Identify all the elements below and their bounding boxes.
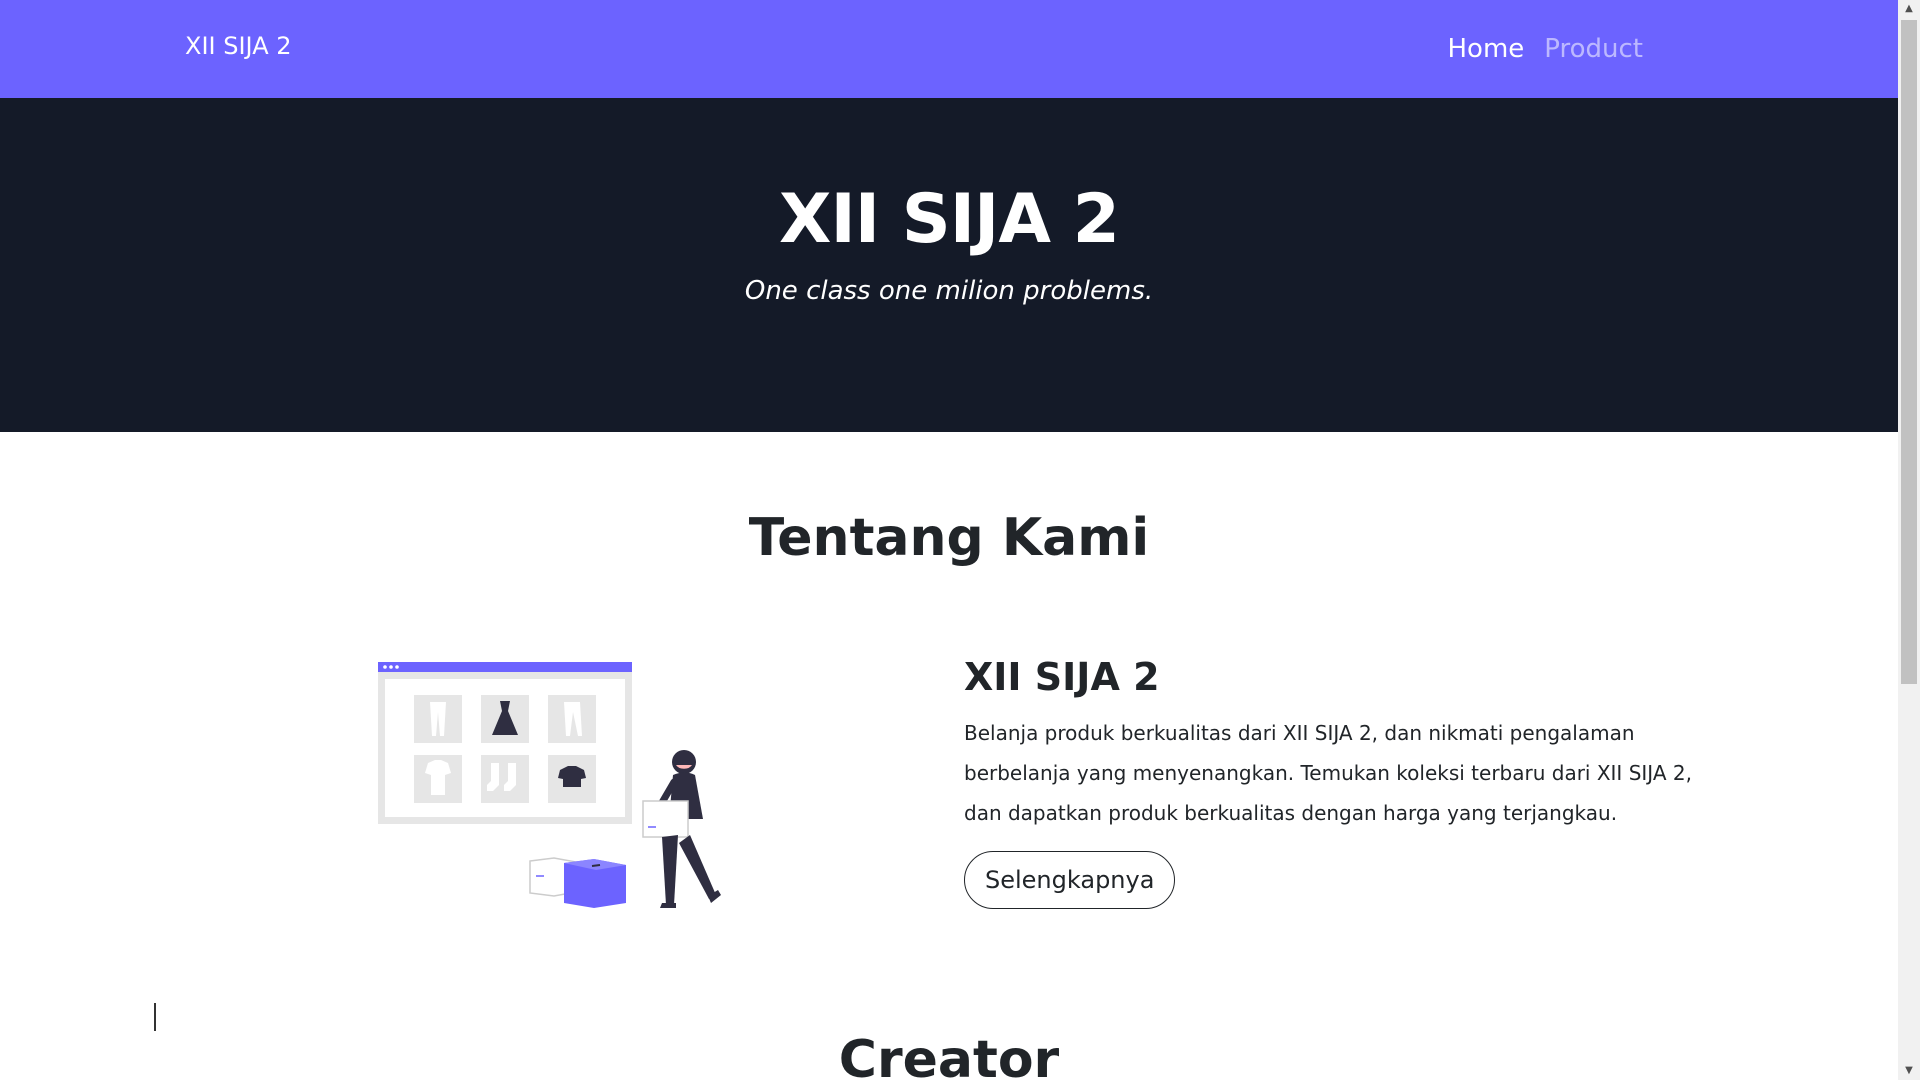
scroll-down-icon[interactable]: ▼ (1898, 1062, 1920, 1080)
nav-links: Home Product (1448, 32, 1644, 66)
page: XII SIJA 2 Home Product XII SIJA 2 One c… (0, 0, 1898, 1080)
hero-tagline: One class one milion problems. (744, 276, 1154, 306)
browser-window-titlebar (378, 662, 632, 672)
scrollbar-thumb[interactable] (1901, 20, 1917, 684)
product-tile-socks (481, 755, 529, 803)
carried-box (642, 800, 689, 838)
selengkapnya-button[interactable]: Selengkapnya (964, 851, 1176, 909)
about-content: XII SIJA 2 Belanja produk berkualitas da… (964, 655, 1704, 909)
online-shopping-illustration (378, 662, 721, 908)
nav-link-home[interactable]: Home (1448, 32, 1525, 66)
person-head (672, 750, 696, 774)
vertical-scrollbar[interactable]: ▲ ▼ (1898, 0, 1920, 1080)
scroll-up-icon[interactable]: ▲ (1898, 0, 1920, 18)
navbar: XII SIJA 2 Home Product (0, 0, 1898, 98)
hero-banner: XII SIJA 2 One class one milion problems… (0, 98, 1898, 432)
creator-section-title: Creator (838, 1030, 1060, 1080)
nav-link-product[interactable]: Product (1544, 32, 1643, 66)
about-description: Belanja produk berkualitas dari XII SIJA… (964, 721, 1692, 825)
hero-title: XII SIJA 2 (779, 180, 1120, 259)
about-section-title: Tentang Kami (748, 508, 1150, 568)
text-cursor (154, 1003, 156, 1031)
navbar-brand[interactable]: XII SIJA 2 (185, 32, 292, 60)
about-heading: XII SIJA 2 (964, 655, 1160, 699)
